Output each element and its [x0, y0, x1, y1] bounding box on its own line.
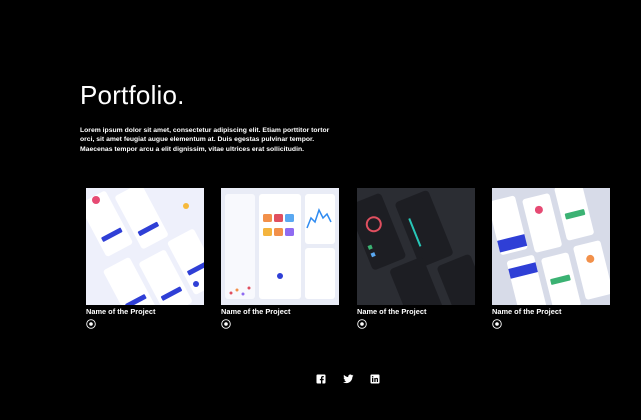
portfolio-description: Lorem ipsum dolor sit amet, consectetur … — [80, 127, 330, 153]
project-card[interactable]: Name of the Project — [86, 188, 204, 329]
project-thumbnail[interactable] — [86, 188, 204, 305]
plus-circle-icon[interactable] — [221, 319, 231, 329]
plus-circle-icon[interactable] — [86, 319, 96, 329]
linkedin-icon[interactable] — [370, 374, 380, 384]
project-name[interactable]: Name of the Project — [221, 307, 339, 316]
plus-circle-icon[interactable] — [492, 319, 502, 329]
project-name[interactable]: Name of the Project — [86, 307, 204, 316]
project-card[interactable]: Name of the Project — [492, 188, 610, 329]
twitter-icon[interactable] — [343, 374, 354, 384]
project-card[interactable]: Name of the Project — [221, 188, 339, 329]
project-name[interactable]: Name of the Project — [492, 307, 610, 316]
project-thumbnail[interactable] — [492, 188, 610, 305]
facebook-icon[interactable] — [316, 374, 326, 384]
project-card[interactable]: Name of the Project — [357, 188, 475, 329]
plus-circle-icon[interactable] — [357, 319, 367, 329]
project-thumbnail[interactable] — [221, 188, 339, 305]
project-thumbnail[interactable] — [357, 188, 475, 305]
page-title: Portfolio. — [80, 80, 185, 110]
project-name[interactable]: Name of the Project — [357, 307, 475, 316]
social-links — [316, 374, 380, 384]
